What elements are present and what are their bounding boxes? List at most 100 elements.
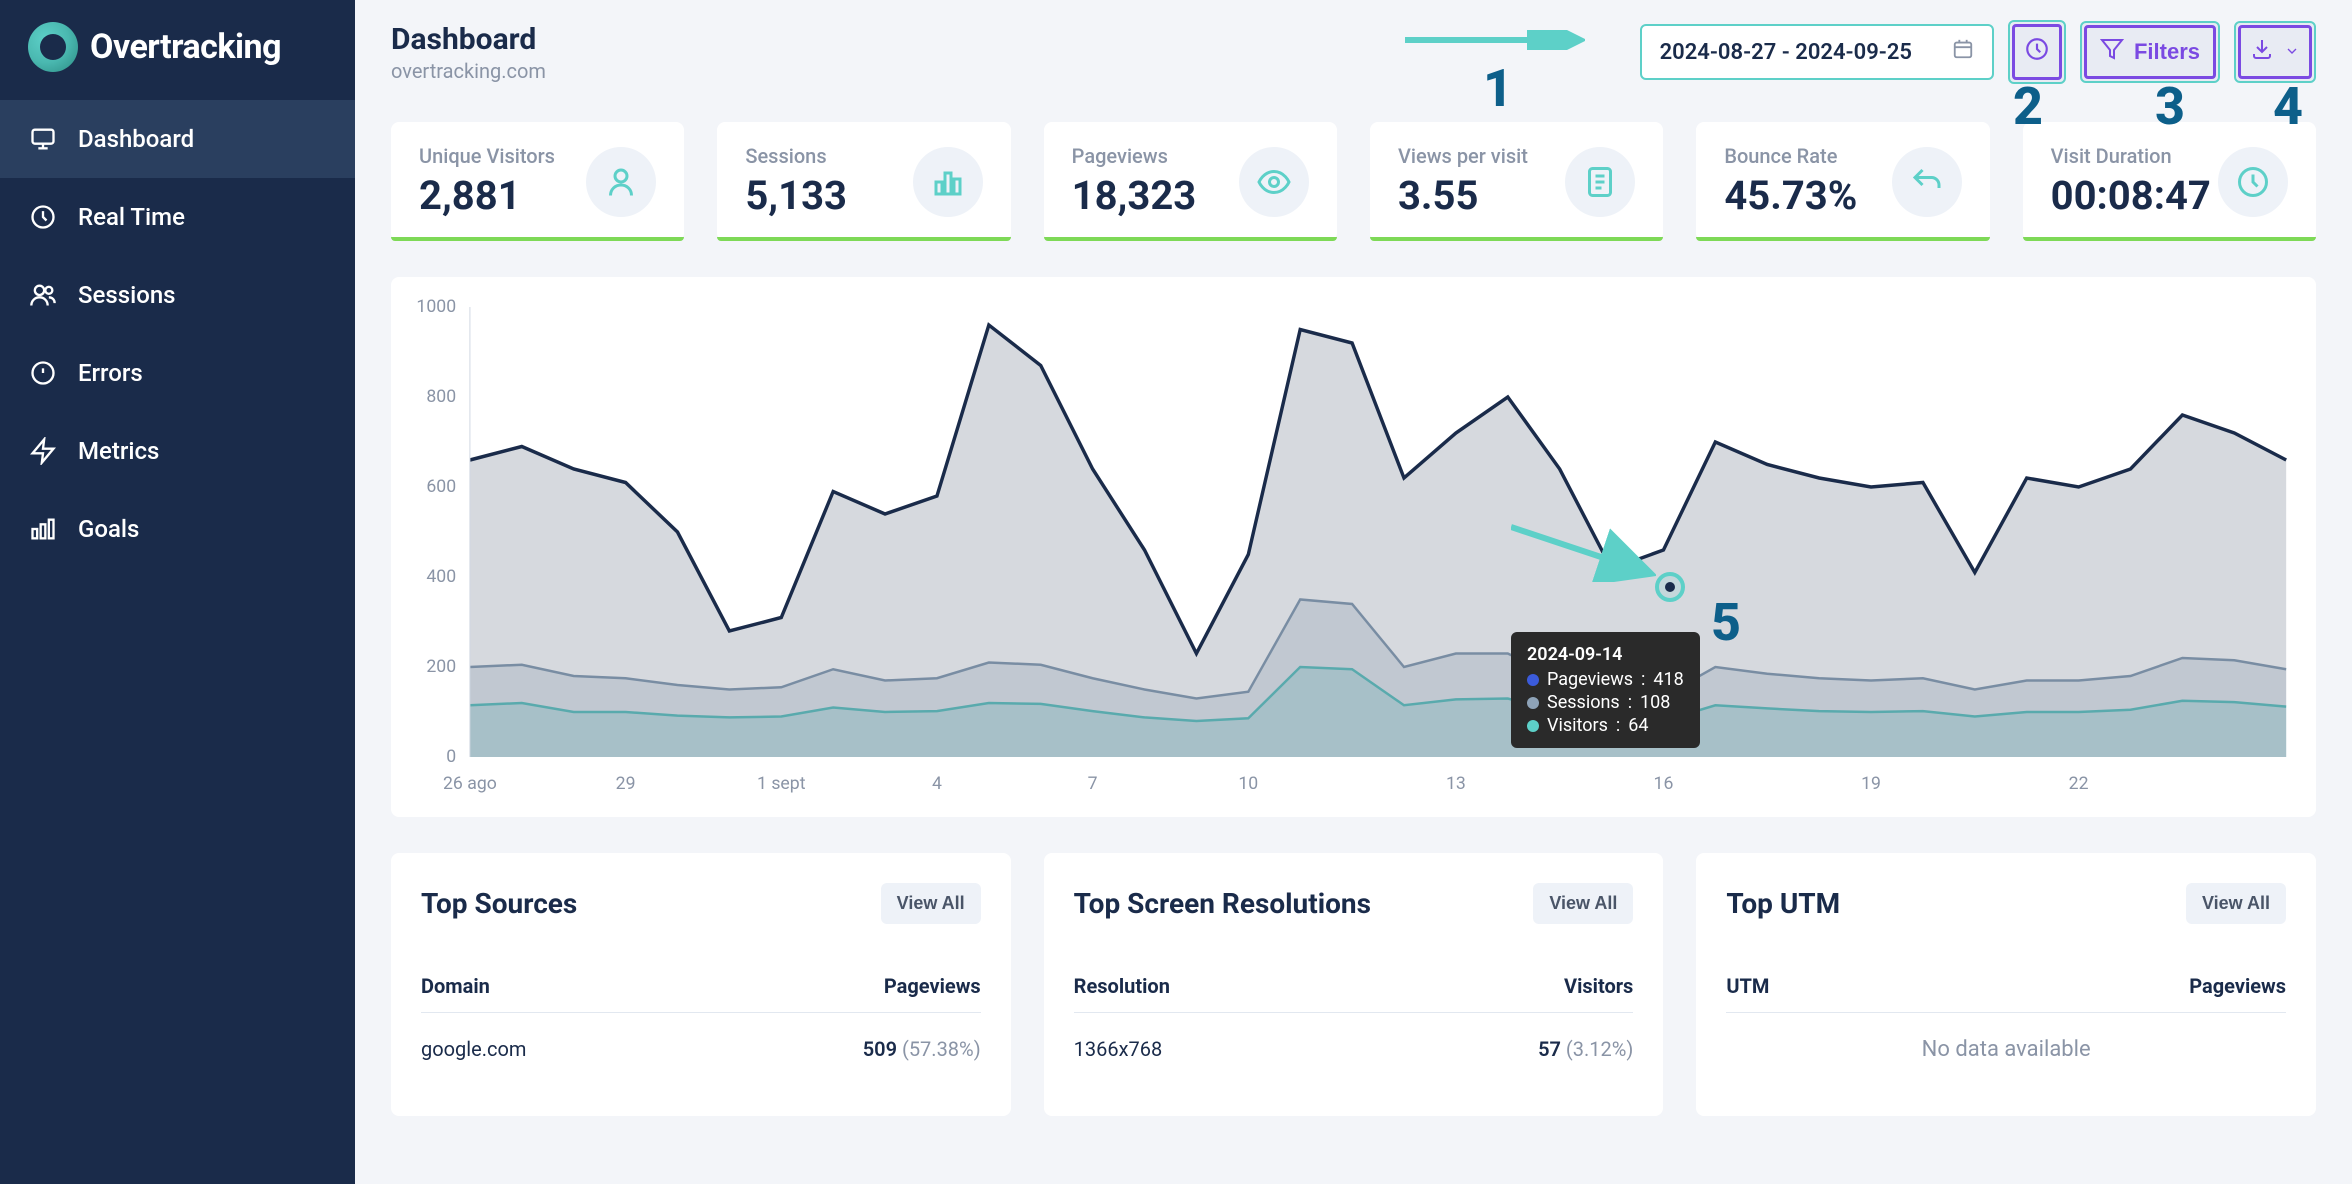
stat-sessions[interactable]: Sessions5,133 <box>717 122 1010 241</box>
bars-icon <box>28 514 58 544</box>
download-button[interactable] <box>2234 21 2316 83</box>
panel-top-resolutions: Top Screen Resolutions View All Resoluti… <box>1044 853 1664 1116</box>
stat-value: 2,881 <box>419 172 555 219</box>
panel-title: Top Sources <box>421 887 577 920</box>
main: Dashboard overtracking.com 2024-08-27 - … <box>355 0 2352 1184</box>
svg-text:600: 600 <box>426 476 456 497</box>
panel-title: Top UTM <box>1726 887 1840 920</box>
bolt-icon <box>28 436 58 466</box>
row-pct: (57.38%) <box>902 1037 981 1061</box>
row-value: 509 <box>863 1037 897 1061</box>
sidebar-item-sessions[interactable]: Sessions <box>0 256 355 334</box>
view-all-button[interactable]: View All <box>2186 883 2286 924</box>
col-header: Visitors <box>1564 974 1633 998</box>
nav: Dashboard Real Time Sessions Errors Metr… <box>0 100 355 568</box>
col-header: UTM <box>1726 974 1769 998</box>
view-all-button[interactable]: View All <box>881 883 981 924</box>
svg-text:10: 10 <box>1238 773 1258 794</box>
stats-row: Unique Visitors 2,881 Sessions5,133 Pagev… <box>355 104 2352 259</box>
chart-tooltip: 2024-09-14 Pageviews: 418 Sessions: 108 … <box>1511 632 1700 748</box>
tooltip-date: 2024-09-14 <box>1527 644 1684 665</box>
tooltip-row-value: 418 <box>1653 669 1683 690</box>
svg-text:26 ago: 26 ago <box>443 773 497 794</box>
download-icon <box>2250 37 2274 67</box>
date-range-picker[interactable]: 2024-08-27 - 2024-09-25 <box>1640 24 1994 80</box>
header: Dashboard overtracking.com 2024-08-27 - … <box>355 0 2352 104</box>
logo-icon <box>28 22 78 72</box>
stat-visit-duration[interactable]: Visit Duration00:08:47 <box>2023 122 2316 241</box>
alert-icon <box>28 358 58 388</box>
page-subtitle: overtracking.com <box>391 59 546 83</box>
filters-label: Filters <box>2134 39 2200 65</box>
stat-label: Views per visit <box>1398 144 1528 168</box>
logo: Overtracking <box>0 22 355 100</box>
sidebar-item-metrics[interactable]: Metrics <box>0 412 355 490</box>
bottom-panels: Top Sources View All Domain Pageviews goo… <box>355 835 2352 1134</box>
sidebar-item-label: Metrics <box>78 437 159 465</box>
sidebar-item-errors[interactable]: Errors <box>0 334 355 412</box>
sidebar-item-dashboard[interactable]: Dashboard <box>0 100 355 178</box>
row-value: 57 <box>1538 1037 1561 1061</box>
stat-views-per-visit[interactable]: Views per visit3.55 <box>1370 122 1663 241</box>
stat-bounce-rate[interactable]: Bounce Rate 45.73% <box>1696 122 1989 241</box>
page-icon <box>1565 147 1635 217</box>
chart-highlight-marker <box>1655 572 1685 602</box>
svg-text:1000: 1000 <box>416 297 456 317</box>
svg-text:0: 0 <box>446 746 456 767</box>
sidebar: Overtracking Dashboard Real Time Session… <box>0 0 355 1184</box>
clock-icon <box>2218 147 2288 217</box>
page-title: Dashboard <box>391 22 546 57</box>
tooltip-row-label: Pageviews <box>1547 669 1633 690</box>
empty-state: No data available <box>1726 1013 2286 1086</box>
clock-icon <box>28 202 58 232</box>
stat-unique-visitors[interactable]: Unique Visitors 2,881 <box>391 122 684 241</box>
svg-text:800: 800 <box>426 386 456 407</box>
sidebar-item-label: Real Time <box>78 203 185 231</box>
monitor-icon <box>28 124 58 154</box>
svg-text:22: 22 <box>2069 773 2089 794</box>
filters-button[interactable]: Filters <box>2080 21 2220 83</box>
stat-value: 18,323 <box>1072 172 1197 219</box>
view-all-button[interactable]: View All <box>1533 883 1633 924</box>
history-icon <box>2024 36 2050 68</box>
history-button[interactable] <box>2008 20 2066 84</box>
stat-label: Visit Duration <box>2051 144 2211 168</box>
col-header: Domain <box>421 974 490 998</box>
col-header: Pageviews <box>2189 974 2286 998</box>
users-icon <box>28 280 58 310</box>
stat-pageviews[interactable]: Pageviews 18,323 <box>1044 122 1337 241</box>
filter-icon <box>2100 37 2124 67</box>
stat-label: Unique Visitors <box>419 144 555 168</box>
eye-icon <box>1239 147 1309 217</box>
tooltip-row-value: 64 <box>1628 715 1648 736</box>
main-chart[interactable]: 0200400600800100026 ago291 sept471013161… <box>411 297 2296 797</box>
stat-value: 45.73% <box>1724 172 1857 219</box>
user-icon <box>586 147 656 217</box>
row-pct: (3.12%) <box>1566 1037 1633 1061</box>
stat-label: Pageviews <box>1072 144 1197 168</box>
svg-text:29: 29 <box>616 773 636 794</box>
sidebar-item-label: Sessions <box>78 281 176 309</box>
sidebar-item-realtime[interactable]: Real Time <box>0 178 355 256</box>
svg-text:1 sept: 1 sept <box>757 773 806 794</box>
date-range-value: 2024-08-27 - 2024-09-25 <box>1660 40 1912 65</box>
svg-text:400: 400 <box>426 566 456 587</box>
panel-top-sources: Top Sources View All DomainPageviews goo… <box>391 853 1011 1116</box>
undo-icon <box>1892 147 1962 217</box>
panel-title: Top Screen Resolutions <box>1074 887 1371 920</box>
sidebar-item-goals[interactable]: Goals <box>0 490 355 568</box>
svg-text:7: 7 <box>1088 773 1098 794</box>
calendar-icon <box>1952 38 1974 66</box>
table-row[interactable]: 1366x768 57 (3.12%) <box>1074 1013 1634 1085</box>
table-row[interactable]: google.com 509 (57.38%) <box>421 1013 981 1085</box>
svg-text:16: 16 <box>1654 773 1674 794</box>
main-chart-card: 0200400600800100026 ago291 sept471013161… <box>391 277 2316 817</box>
sidebar-item-label: Dashboard <box>78 125 194 153</box>
tooltip-row-label: Sessions <box>1547 692 1620 713</box>
sidebar-item-label: Goals <box>78 515 139 543</box>
tooltip-row-value: 108 <box>1640 692 1670 713</box>
tooltip-row-label: Visitors <box>1547 715 1608 736</box>
col-header: Resolution <box>1074 974 1170 998</box>
svg-text:200: 200 <box>426 656 456 677</box>
stat-label: Bounce Rate <box>1724 144 1857 168</box>
